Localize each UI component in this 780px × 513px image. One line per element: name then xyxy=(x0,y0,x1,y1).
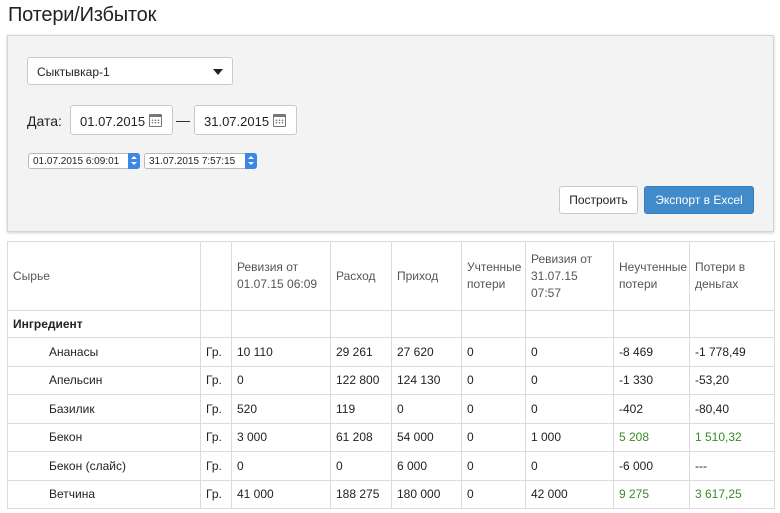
cell-unit: Гр. xyxy=(200,479,232,509)
cell-accounted-losses: 0 xyxy=(461,479,526,509)
spinner-arrows-icon xyxy=(128,153,140,169)
export-excel-button[interactable]: Экспорт в Excel xyxy=(644,186,754,214)
cell-revision-start: 3 000 xyxy=(231,422,331,452)
cell-losses-money: -53,20 xyxy=(689,365,775,395)
cell-accounted-losses: 0 xyxy=(461,337,526,367)
date-separator: — xyxy=(176,112,190,128)
build-button[interactable]: Построить xyxy=(559,186,638,214)
column-header[interactable]: Приход xyxy=(391,241,462,311)
table-header-row: Сырье Ревизия от 01.07.15 06:09 Расход П… xyxy=(7,241,775,311)
cell-losses-money: -1 778,49 xyxy=(689,337,775,367)
revision-to-value: 31.07.2015 7:57:15 xyxy=(149,156,236,167)
cell-unaccounted-losses: 5 208 xyxy=(613,422,690,452)
cell-accounted-losses: 0 xyxy=(461,451,526,481)
column-header xyxy=(200,241,232,311)
cell-income: 27 620 xyxy=(391,337,462,367)
cell-revision-end: 0 xyxy=(525,394,614,424)
group-label: Ингредиент xyxy=(7,310,201,338)
revision-from-select[interactable]: 01.07.2015 6:09:01 xyxy=(28,153,140,169)
cell-name: Бекон xyxy=(7,422,201,452)
cell-name: Базилик xyxy=(7,394,201,424)
column-header[interactable]: Расход xyxy=(330,241,392,311)
cell-losses-money: 3 617,25 xyxy=(689,479,775,509)
column-header[interactable]: Ревизия от 01.07.15 06:09 xyxy=(231,241,331,311)
date-from-input[interactable]: 01.07.2015 xyxy=(70,105,173,135)
cell-accounted-losses: 0 xyxy=(461,394,526,424)
date-from-value: 01.07.2015 xyxy=(80,114,146,129)
cell-income: 54 000 xyxy=(391,422,462,452)
column-header[interactable]: Сырье xyxy=(7,241,201,311)
cell-income: 180 000 xyxy=(391,479,462,509)
table-row: Бекон Гр. 3 000 61 208 54 000 0 1 000 5 208 1 51… xyxy=(7,422,775,452)
cell-expense: 61 208 xyxy=(330,422,392,452)
calendar-icon[interactable] xyxy=(273,114,286,127)
cell-unit: Гр. xyxy=(200,394,232,424)
cell-accounted-losses: 0 xyxy=(461,422,526,452)
cell-revision-start: 0 xyxy=(231,451,331,481)
cell-unaccounted-losses: -6 000 xyxy=(613,451,690,481)
date-to-input[interactable]: 31.07.2015 xyxy=(194,105,297,135)
store-select-value: Сыктывкар-1 xyxy=(37,65,110,79)
cell-expense: 29 261 xyxy=(330,337,392,367)
cell-unit: Гр. xyxy=(200,365,232,395)
revision-to-select[interactable]: 31.07.2015 7:57:15 xyxy=(144,153,257,169)
date-to-value: 31.07.2015 xyxy=(204,114,270,129)
cell-expense: 0 xyxy=(330,451,392,481)
cell-name: Ветчина xyxy=(7,479,201,509)
table-row: Бекон (слайс) Гр. 0 0 6 000 0 0 -6 000 --- xyxy=(7,451,775,481)
table-row: Базилик Гр. 520 119 0 0 0 -402 -80,40 xyxy=(7,394,775,424)
cell-income: 0 xyxy=(391,394,462,424)
calendar-icon[interactable] xyxy=(149,114,162,127)
group-row: Ингредиент xyxy=(7,310,775,338)
cell-revision-start: 520 xyxy=(231,394,331,424)
spinner-arrows-icon xyxy=(245,153,257,169)
table-row: Апельсин Гр. 0 122 800 124 130 0 0 -1 330 -53,20 xyxy=(7,365,775,395)
column-header[interactable]: Ревизия от 31.07.15 07:57 xyxy=(525,241,614,311)
cell-name: Апельсин xyxy=(7,365,201,395)
column-header[interactable]: Учтенные потери xyxy=(461,241,526,311)
cell-revision-start: 41 000 xyxy=(231,479,331,509)
table-row: Ветчина Гр. 41 000 188 275 180 000 0 42 000 9 2… xyxy=(7,479,775,509)
cell-name: Бекон (слайс) xyxy=(7,451,201,481)
cell-revision-end: 1 000 xyxy=(525,422,614,452)
cell-expense: 188 275 xyxy=(330,479,392,509)
cell-unaccounted-losses: -1 330 xyxy=(613,365,690,395)
cell-losses-money: 1 510,32 xyxy=(689,422,775,452)
cell-losses-money: --- xyxy=(689,451,775,481)
chevron-down-icon xyxy=(213,69,223,75)
cell-expense: 119 xyxy=(330,394,392,424)
cell-unit: Гр. xyxy=(200,451,232,481)
cell-unaccounted-losses: -402 xyxy=(613,394,690,424)
cell-revision-start: 10 110 xyxy=(231,337,331,367)
cell-income: 6 000 xyxy=(391,451,462,481)
cell-revision-end: 0 xyxy=(525,451,614,481)
cell-income: 124 130 xyxy=(391,365,462,395)
cell-losses-money: -80,40 xyxy=(689,394,775,424)
cell-expense: 122 800 xyxy=(330,365,392,395)
cell-revision-end: 42 000 xyxy=(525,479,614,509)
column-header[interactable]: Потери в деньгах xyxy=(689,241,775,311)
losses-table: Сырье Ревизия от 01.07.15 06:09 Расход П… xyxy=(7,241,775,509)
cell-accounted-losses: 0 xyxy=(461,365,526,395)
cell-revision-end: 0 xyxy=(525,337,614,367)
table-row: Ананасы Гр. 10 110 29 261 27 620 0 0 -8 469 -1 7… xyxy=(7,337,775,367)
date-label: Дата: xyxy=(27,113,62,129)
cell-name: Ананасы xyxy=(7,337,201,367)
store-select[interactable]: Сыктывкар-1 xyxy=(27,57,233,85)
cell-revision-start: 0 xyxy=(231,365,331,395)
revision-from-value: 01.07.2015 6:09:01 xyxy=(33,156,120,167)
cell-unaccounted-losses: -8 469 xyxy=(613,337,690,367)
cell-revision-end: 0 xyxy=(525,365,614,395)
page-title: Потери/Избыток xyxy=(8,4,157,26)
cell-unit: Гр. xyxy=(200,337,232,367)
column-header[interactable]: Неучтенные потери xyxy=(613,241,690,311)
cell-unit: Гр. xyxy=(200,422,232,452)
cell-unaccounted-losses: 9 275 xyxy=(613,479,690,509)
filter-panel: Сыктывкар-1 Дата: 01.07.2015 — 31.07.201… xyxy=(7,35,774,232)
